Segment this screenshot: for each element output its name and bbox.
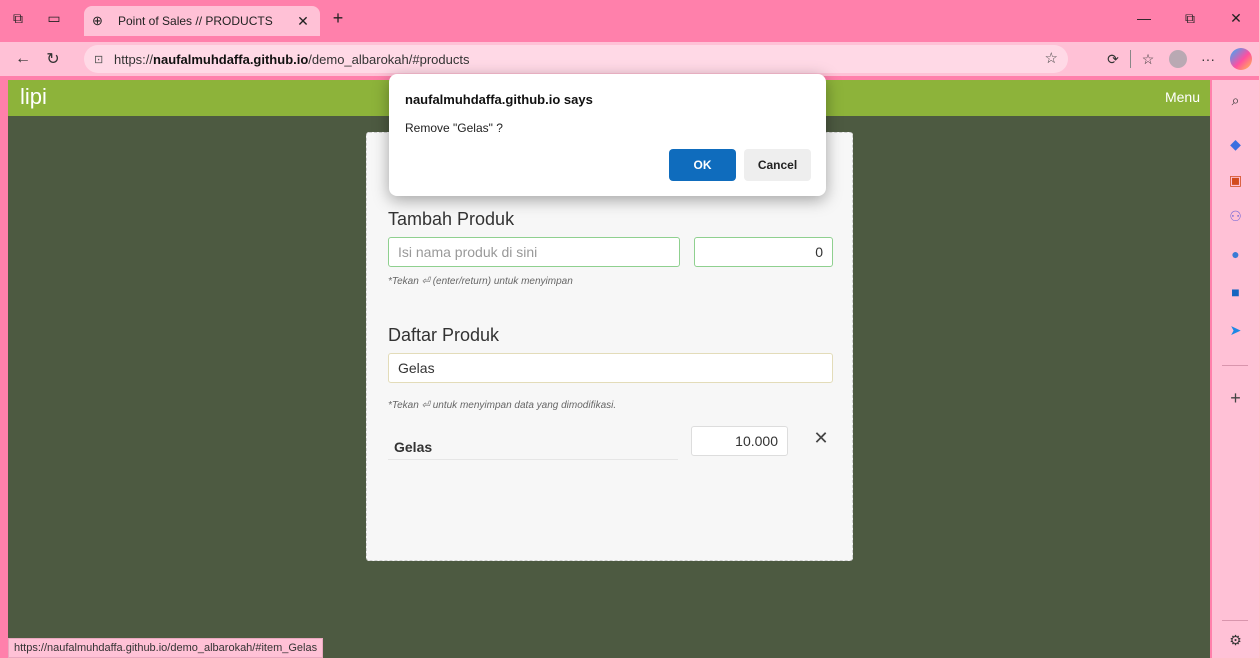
product-price-input[interactable]: 0 (694, 237, 833, 267)
tab-actions-icon[interactable]: ▭ (36, 0, 72, 36)
menu-link[interactable]: Menu (1165, 89, 1200, 105)
browser-tab-active[interactable]: ⊕ Point of Sales // PRODUCTS ✕ (84, 6, 320, 36)
sidebar-divider (1222, 365, 1248, 366)
item-divider (388, 459, 678, 460)
send-icon[interactable]: ➤ (1212, 316, 1259, 344)
url-path: /demo_albarokah/#products (308, 51, 470, 67)
brand-logo[interactable]: lipi (20, 84, 47, 110)
close-window-icon[interactable]: ✕ (1213, 0, 1259, 36)
browser-sidebar: ⌕ ◆ ▣ ⚇ ● ■ ➤ + ⚙ (1212, 80, 1259, 658)
add-product-hint: *Tekan ⏎ (enter/return) untuk menyimpan (388, 276, 573, 287)
dialog-message: Remove "Gelas" ? (405, 121, 503, 135)
outlook-icon[interactable]: ■ (1212, 278, 1259, 306)
close-tab-icon[interactable]: ✕ (294, 13, 312, 30)
restore-icon[interactable]: ⧉ (1167, 0, 1213, 36)
item-name[interactable]: Gelas (394, 439, 432, 455)
confirm-dialog: naufalmuhdaffa.github.io says Remove "Ge… (389, 74, 826, 196)
more-options-icon[interactable]: ··· (1193, 44, 1223, 74)
globe-icon: ⊕ (92, 13, 103, 28)
search-icon[interactable]: ⌕ (1212, 86, 1259, 114)
url-prefix: https:// (114, 51, 154, 67)
product-name-input[interactable]: Isi nama produk di sini (388, 237, 680, 267)
favorites-icon[interactable]: ☆ (1133, 44, 1163, 74)
product-edit-input[interactable]: Gelas (388, 353, 833, 383)
product-list-title: Daftar Produk (388, 325, 500, 345)
tab-title: Point of Sales // PRODUCTS (118, 14, 273, 28)
back-icon[interactable]: ← (8, 44, 38, 74)
copilot-icon[interactable] (1223, 44, 1259, 74)
status-bar-url: https://naufalmuhdaffa.github.io/demo_al… (8, 638, 324, 658)
address-bar[interactable]: ⊡ https://naufalmuhdaffa.github.io/demo_… (84, 45, 1068, 73)
window-controls: — ⧉ ✕ (1121, 0, 1259, 36)
site-info-icon[interactable]: ⊡ (94, 53, 114, 66)
product-price-value: 0 (815, 244, 823, 260)
copilot-logo (1230, 48, 1252, 70)
product-list-hint: *Tekan ⏎ untuk menyimpan data yang dimod… (388, 400, 617, 411)
dialog-title: naufalmuhdaffa.github.io says (405, 92, 593, 107)
add-product-title: Tambah Produk (388, 209, 515, 229)
workspaces-icon[interactable]: ⧉ (0, 0, 36, 36)
sidebar-divider-bottom (1222, 620, 1248, 621)
profile-icon[interactable] (1163, 44, 1193, 74)
cancel-button[interactable]: Cancel (744, 149, 811, 181)
navigation-bar: ← ↻ ⊡ https://naufalmuhdaffa.github.io/d… (0, 42, 1259, 76)
settings-gear-icon[interactable]: ⚙ (1212, 626, 1259, 654)
new-tab-button[interactable]: + (326, 8, 350, 30)
ok-button[interactable]: OK (669, 149, 736, 181)
favorite-star-icon[interactable]: ☆ (1045, 49, 1058, 67)
minimize-icon[interactable]: — (1121, 0, 1167, 36)
refresh-icon[interactable]: ↻ (38, 44, 68, 74)
product-name-placeholder: Isi nama produk di sini (398, 244, 538, 260)
toolbar-divider (1130, 50, 1131, 68)
add-icon[interactable]: + (1212, 384, 1259, 412)
shopping-tag-icon[interactable]: ◆ (1212, 130, 1259, 158)
people-icon[interactable]: ⚇ (1212, 202, 1259, 230)
tools-briefcase-icon[interactable]: ▣ (1212, 166, 1259, 194)
item-price-value: 10.000 (735, 433, 778, 449)
remove-item-icon[interactable]: ✕ (811, 428, 831, 448)
item-price-input[interactable]: 10.000 (691, 426, 788, 456)
url-host: naufalmuhdaffa.github.io (153, 51, 309, 67)
toolbar-right: ⟳ ☆ ··· (1098, 44, 1259, 74)
avatar (1169, 50, 1187, 68)
products-card: Tambah Produk Isi nama produk di sini 0 … (366, 132, 853, 561)
extensions-icon[interactable]: ⟳ (1098, 44, 1128, 74)
product-edit-value: Gelas (398, 360, 435, 376)
office-icon[interactable]: ● (1212, 240, 1259, 268)
